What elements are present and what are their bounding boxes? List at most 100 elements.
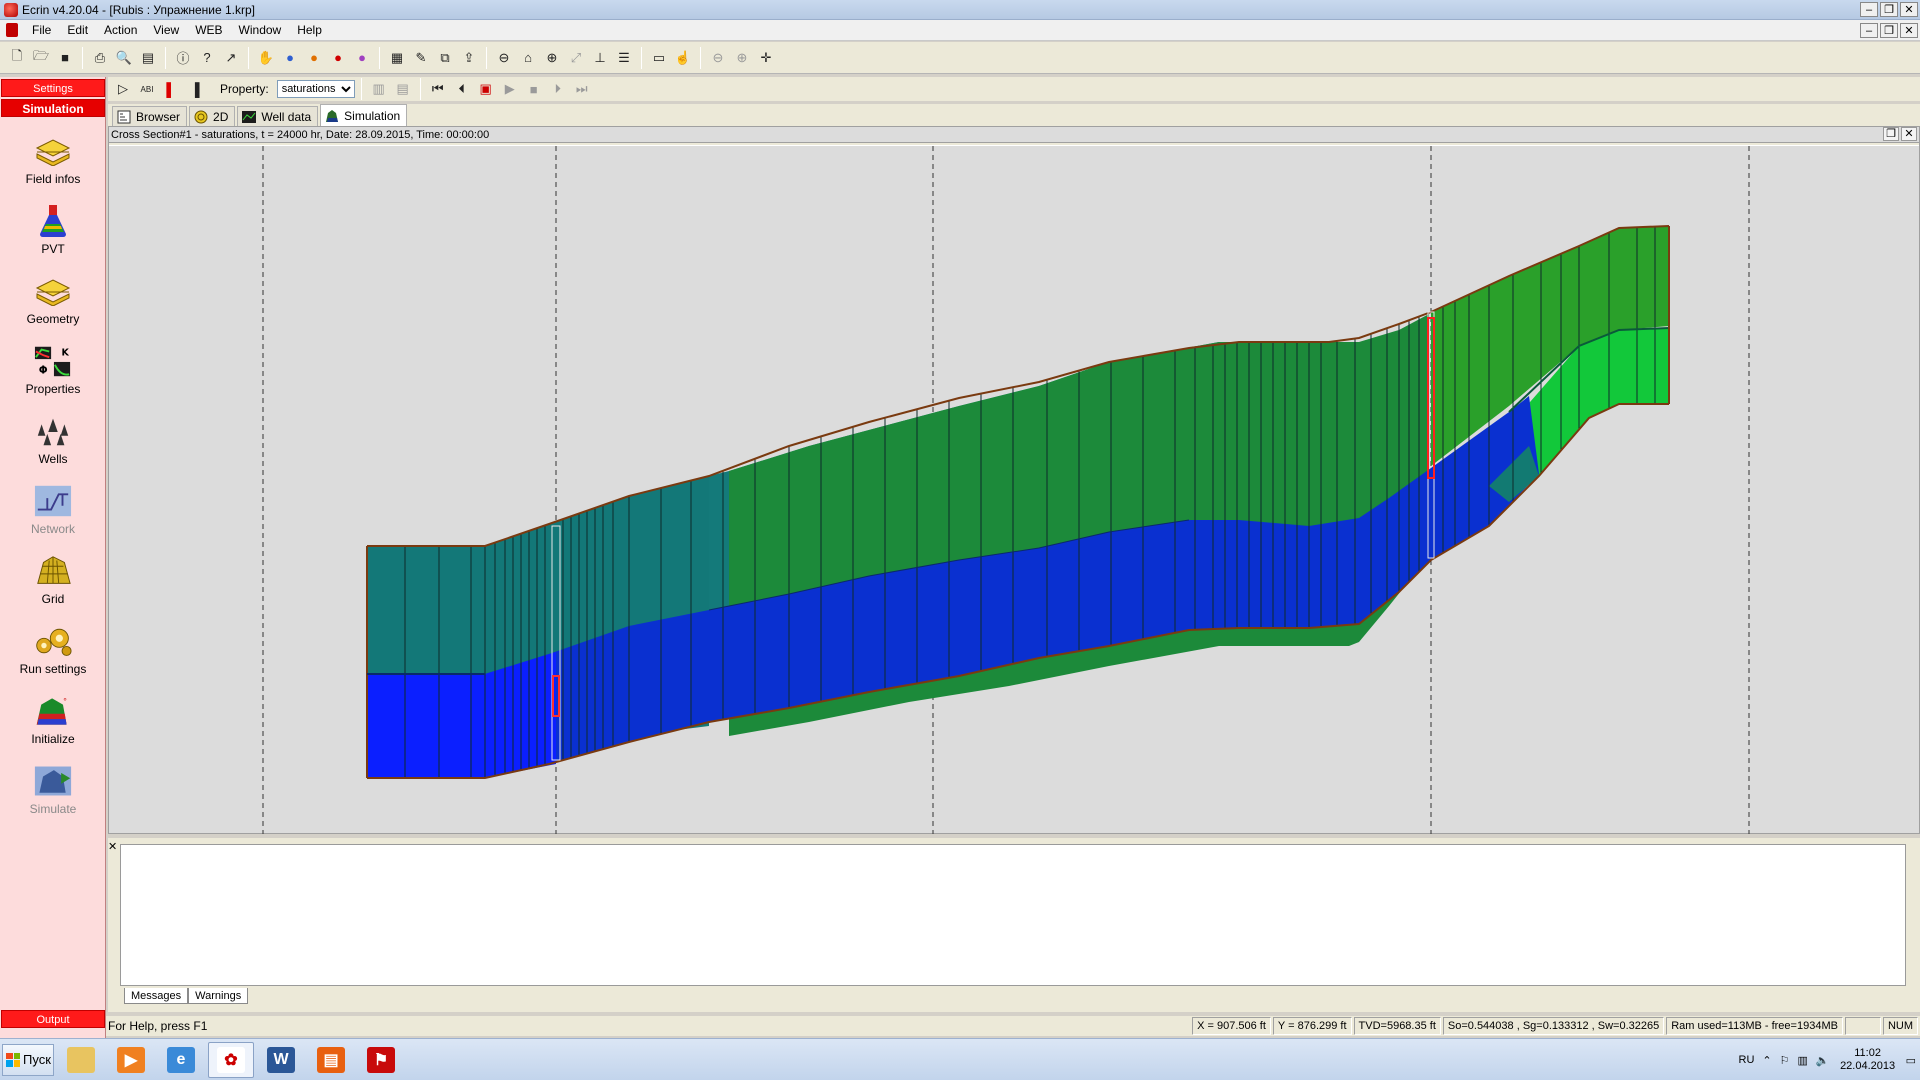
zoom-home-icon[interactable]: ⌂: [517, 47, 539, 69]
clock[interactable]: 11:02 22.04.2013: [1838, 1047, 1898, 1073]
menu-window[interactable]: Window: [231, 23, 290, 37]
message-area[interactable]: [120, 844, 1906, 986]
sidebar-item-network[interactable]: Network: [0, 483, 106, 549]
tab-simulation[interactable]: Simulation: [320, 104, 408, 126]
close-icon[interactable]: ✕: [108, 842, 118, 853]
first-step-icon[interactable]: ⏮: [427, 78, 449, 100]
color-scale-icon[interactable]: ▌: [160, 78, 182, 100]
sidebar-item-wells[interactable]: Wells: [0, 413, 106, 479]
volume-icon[interactable]: 🔈: [1816, 1054, 1830, 1067]
sidebar-item-grid[interactable]: Grid: [0, 553, 106, 619]
layers-icon: [34, 273, 72, 309]
label-icon[interactable]: ABI: [136, 78, 158, 100]
edit-pen-icon[interactable]: ✎: [410, 47, 432, 69]
legend-icon[interactable]: ☰: [613, 47, 635, 69]
print-icon[interactable]: ⎙: [89, 47, 111, 69]
last-step-icon[interactable]: ⏭: [571, 78, 593, 100]
taskbar-explorer[interactable]: [58, 1042, 104, 1078]
bar-scale-icon[interactable]: ▐: [184, 78, 206, 100]
copy-icon[interactable]: ⧉: [434, 47, 456, 69]
mdi-minimize-icon[interactable]: –: [1860, 23, 1878, 38]
document-icon[interactable]: [6, 23, 18, 37]
oil-drop-icon[interactable]: ●: [303, 47, 325, 69]
ruler-icon[interactable]: ▭: [648, 47, 670, 69]
layout-icon[interactable]: ▥: [368, 78, 390, 100]
property-select[interactable]: saturations: [276, 80, 355, 98]
stop-icon[interactable]: ■: [523, 78, 545, 100]
print-preview-icon[interactable]: 🔍: [113, 47, 135, 69]
info-icon[interactable]: ⓘ: [172, 47, 194, 69]
tab-messages[interactable]: Messages: [124, 988, 189, 1004]
page-setup-icon[interactable]: ▤: [137, 47, 159, 69]
mdi-restore-icon[interactable]: ❐: [1880, 23, 1898, 38]
new-file-icon[interactable]: 🗋: [6, 47, 28, 69]
run-arrow-icon[interactable]: ▷: [112, 78, 134, 100]
sidebar-item-simulate[interactable]: Simulate: [0, 763, 106, 829]
taskbar-internet-explorer[interactable]: e: [158, 1042, 204, 1078]
next-step-icon[interactable]: ⏵: [547, 78, 569, 100]
water-drop-icon[interactable]: ●: [279, 47, 301, 69]
taskbar-pdf-reader[interactable]: ⚑: [358, 1042, 404, 1078]
zoom-fit-icon[interactable]: ⤢: [565, 47, 587, 69]
hand-tool-icon[interactable]: ✋: [255, 47, 277, 69]
help-icon[interactable]: ?: [196, 47, 218, 69]
table-view-icon[interactable]: ▦: [386, 47, 408, 69]
taskbar-presentation[interactable]: ▤: [308, 1042, 354, 1078]
menu-web[interactable]: WEB: [187, 23, 230, 37]
taskbar-media-player[interactable]: ▶: [108, 1042, 154, 1078]
gas-drop-icon[interactable]: ●: [327, 47, 349, 69]
context-help-icon[interactable]: ↗: [220, 47, 242, 69]
menu-view[interactable]: View: [145, 23, 187, 37]
wells-icon: [34, 413, 72, 449]
status-tvd: TVD=5968.35 ft: [1353, 1017, 1441, 1035]
layout-split-icon[interactable]: ▤: [392, 78, 414, 100]
zoom-in-icon[interactable]: ⊕: [541, 47, 563, 69]
tab-warnings[interactable]: Warnings: [188, 988, 249, 1004]
restore-icon[interactable]: ❐: [1883, 127, 1899, 141]
close-icon[interactable]: ✕: [1901, 127, 1917, 141]
zoom-next-icon[interactable]: ⊕: [731, 47, 753, 69]
show-desktop-icon[interactable]: ▭: [1906, 1054, 1916, 1067]
flag-icon[interactable]: ⚐: [1780, 1054, 1790, 1067]
taskbar-word[interactable]: W: [258, 1042, 304, 1078]
purple-drop-icon[interactable]: ●: [351, 47, 373, 69]
play-icon[interactable]: ▶: [499, 78, 521, 100]
cross-section-canvas[interactable]: [109, 145, 1919, 834]
simulation-header[interactable]: Simulation: [1, 99, 105, 117]
menu-action[interactable]: Action: [96, 23, 145, 37]
close-icon[interactable]: ✕: [1900, 2, 1918, 17]
calendar-icon[interactable]: ▣: [475, 78, 497, 100]
network-tray-icon[interactable]: ▥: [1797, 1054, 1807, 1067]
sidebar-item-properties[interactable]: KΦ Properties: [0, 343, 106, 409]
tab-2d[interactable]: 2D: [189, 106, 236, 126]
tab-well-data[interactable]: Well data: [237, 106, 319, 126]
axis-icon[interactable]: ⊥: [589, 47, 611, 69]
mdi-close-icon[interactable]: ✕: [1900, 23, 1918, 38]
taskbar-ecrin[interactable]: ✿: [208, 1041, 254, 1078]
menu-edit[interactable]: Edit: [59, 23, 96, 37]
previous-step-icon[interactable]: ⏴: [451, 78, 473, 100]
zoom-previous-icon[interactable]: ⊖: [707, 47, 729, 69]
menu-file[interactable]: File: [24, 23, 59, 37]
crosshair-icon[interactable]: ✛: [755, 47, 777, 69]
output-header[interactable]: Output: [1, 1010, 105, 1028]
open-folder-icon[interactable]: 🗁: [30, 47, 52, 69]
sidebar-item-label: Geometry: [26, 312, 80, 326]
sidebar-item-field-infos[interactable]: Field infos: [0, 133, 106, 199]
restore-icon[interactable]: ❐: [1880, 2, 1898, 17]
language-indicator[interactable]: RU: [1739, 1054, 1755, 1066]
tray-expand-icon[interactable]: ⌃: [1762, 1054, 1771, 1067]
start-button[interactable]: Пуск: [2, 1043, 54, 1076]
settings-header[interactable]: Settings: [1, 79, 105, 97]
tab-browser[interactable]: Browser: [112, 106, 188, 126]
save-icon[interactable]: ■: [54, 47, 76, 69]
zoom-out-icon[interactable]: ⊖: [493, 47, 515, 69]
sidebar-item-initialize[interactable]: ° Initialize: [0, 693, 106, 759]
export-icon[interactable]: ⇪: [458, 47, 480, 69]
minimize-icon[interactable]: –: [1860, 2, 1878, 17]
menu-help[interactable]: Help: [289, 23, 330, 37]
sidebar-item-run-settings[interactable]: Run settings: [0, 623, 106, 689]
sidebar-item-geometry[interactable]: Geometry: [0, 273, 106, 339]
pan-hand-icon[interactable]: ☝: [672, 47, 694, 69]
sidebar-item-pvt[interactable]: PVT: [0, 203, 106, 269]
